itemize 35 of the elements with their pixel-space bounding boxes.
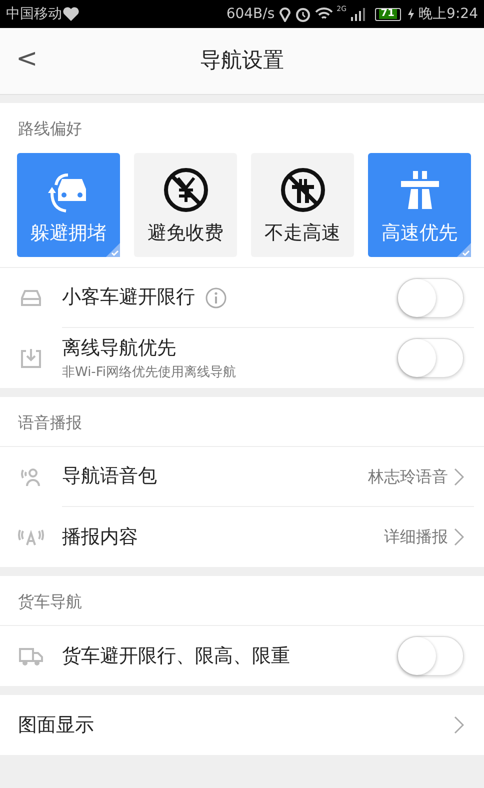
setting-label: 图面显示	[17, 712, 94, 738]
setting-label: 离线导航优先	[62, 336, 177, 361]
battery-percent: 71	[378, 9, 397, 19]
toggle-switch[interactable]	[397, 636, 464, 676]
check-icon	[457, 243, 471, 257]
back-button[interactable]: <	[12, 44, 42, 76]
setting-label: 导航语音包	[62, 464, 157, 490]
setting-label: 货车避开限行、限高、限重	[62, 644, 290, 669]
toggle-switch[interactable]	[397, 278, 464, 318]
wifi-icon	[314, 7, 333, 21]
chevron-right-icon[interactable]	[454, 716, 464, 734]
clock-time: 晚上9:24	[418, 4, 478, 24]
setting-label: 小客车避开限行	[62, 285, 195, 310]
section-title: 语音播报	[0, 397, 484, 447]
section-title: 货车导航	[0, 576, 484, 626]
route-option[interactable]: 不走高速	[251, 153, 354, 257]
heart-icon	[62, 6, 80, 22]
chevron-right-icon[interactable]	[454, 528, 464, 546]
network-speed: 604B/s	[226, 4, 275, 24]
setting-description: 非Wi-Fi网络优先使用离线导航	[62, 364, 236, 382]
check-icon	[106, 243, 120, 257]
chevron-right-icon[interactable]	[454, 468, 464, 486]
carrier-name: 中国移动	[6, 4, 62, 24]
route-option[interactable]: 避免收费	[134, 153, 237, 257]
page-title: 导航设置	[200, 47, 284, 74]
setting-value: 林志玲语音	[368, 466, 448, 488]
toggle-switch[interactable]	[397, 338, 464, 378]
section-title: 路线偏好	[17, 118, 83, 140]
location-icon	[278, 6, 291, 22]
alarm-icon	[294, 6, 311, 22]
signal-icon	[350, 7, 365, 21]
setting-label: 播报内容	[62, 524, 138, 550]
download-icon	[18, 346, 44, 370]
charging-icon	[406, 7, 415, 21]
setting-value: 详细播报	[384, 526, 448, 548]
